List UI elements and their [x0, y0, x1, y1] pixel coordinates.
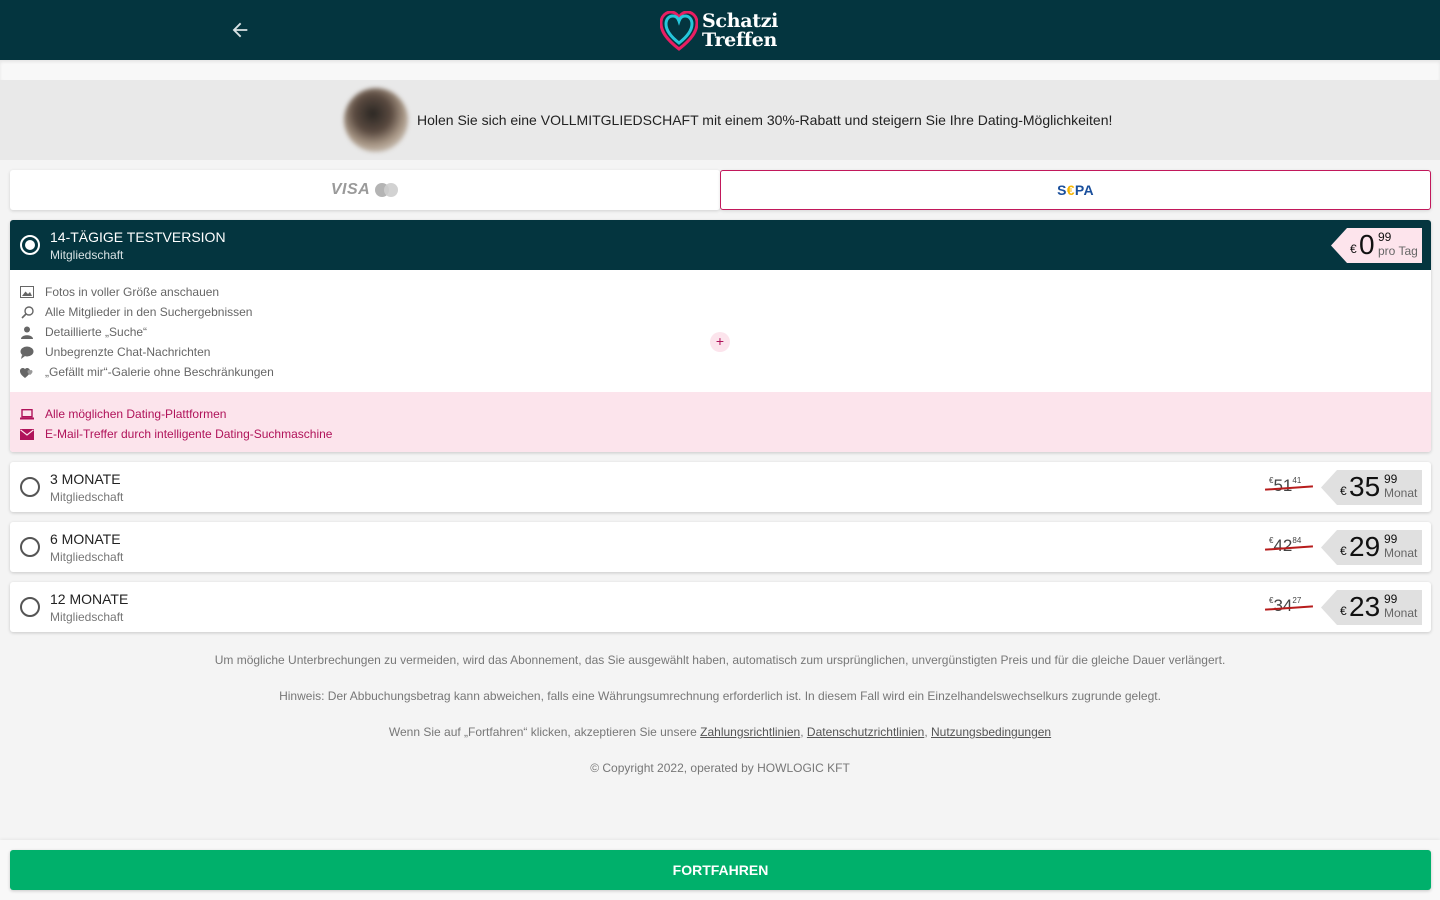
list-item: Fotos in voller Größe anschauen [20, 282, 1421, 302]
plan-header[interactable]: 6 Monate Mitgliedschaft €4284 € 29 99 Mo… [10, 522, 1431, 572]
renewal-note: Um mögliche Unterbrechungen zu vermeiden… [214, 653, 1226, 667]
plan-header[interactable]: 3 Monate Mitgliedschaft €5141 € 35 99 Mo… [10, 462, 1431, 512]
promo-banner: Holen Sie sich eine VOLLMITGLIEDSCHAFT m… [0, 80, 1440, 160]
search-icon [20, 305, 34, 319]
plan-3-months[interactable]: 3 Monate Mitgliedschaft €5141 € 35 99 Mo… [10, 462, 1431, 512]
price-currency: € [1340, 544, 1347, 558]
plan-subtitle: Mitgliedschaft [50, 248, 124, 262]
header-spacer [0, 60, 1440, 80]
old-price: €4284 [1264, 536, 1314, 556]
price-currency: € [1340, 484, 1347, 498]
plan-title: 14-Tägige Testversion [50, 229, 226, 245]
logo-text: Schatzi Treffen [702, 12, 778, 50]
plan-title: 3 Monate [50, 471, 121, 487]
plan-subtitle: Mitgliedschaft [50, 550, 124, 564]
extras-list: Alle möglichen Dating-Plattformen E-Mail… [10, 392, 1431, 452]
price-currency: € [1340, 604, 1347, 618]
feature-label: Alle Mitglieder in den Suchergebnissen [45, 305, 253, 319]
mail-icon [20, 427, 34, 441]
plan-6-months[interactable]: 6 Monate Mitgliedschaft €4284 € 29 99 Mo… [10, 522, 1431, 572]
sepa-logo: S€PA [1057, 182, 1094, 198]
price-period: Monat [1384, 546, 1418, 560]
price-integer: 35 [1349, 471, 1381, 502]
price-integer: 23 [1349, 591, 1381, 622]
list-item: Alle möglichen Dating-Plattformen [20, 404, 1421, 424]
continue-button[interactable]: FORTFAHREN [10, 850, 1431, 890]
top-bar: Schatzi Treffen [0, 0, 1440, 60]
list-item: Alle Mitglieder in den Suchergebnissen [20, 302, 1421, 322]
price-decimal: 99 [1384, 592, 1398, 606]
plan-trial-header[interactable]: 14-Tägige Testversion Mitgliedschaft € 0… [10, 220, 1431, 270]
old-price: €3427 [1264, 596, 1314, 616]
logo-line-2: Treffen [702, 29, 778, 51]
price-tag: € 29 99 Monat [1321, 530, 1422, 565]
expand-button[interactable]: + [710, 332, 730, 352]
price-period: pro Tag [1378, 244, 1418, 258]
plan-title: 6 Monate [50, 531, 121, 547]
price-period: Monat [1384, 486, 1418, 500]
link-privacy-policy[interactable]: Datenschutzrichtlinien [807, 725, 924, 739]
plan-radio[interactable] [20, 597, 40, 617]
price-decimal: 99 [1384, 472, 1398, 486]
plan-subtitle: Mitgliedschaft [50, 610, 124, 624]
copyright: © Copyright 2022, operated by HOWLOGIC K… [590, 761, 850, 775]
list-item: E-Mail-Treffer durch intelligente Dating… [20, 424, 1421, 444]
mastercard-icon [375, 183, 399, 197]
plan-trial: 14-Tägige Testversion Mitgliedschaft € 0… [10, 220, 1431, 452]
tab-sepa[interactable]: S€PA [720, 170, 1431, 210]
price-integer: 0 [1359, 229, 1375, 260]
price-tag: € 0 99 pro Tag [1331, 228, 1422, 263]
tab-visa-mastercard[interactable]: VISA [10, 170, 720, 210]
terms-prefix: Wenn Sie auf „Fortfahren“ klicken, akzep… [388, 725, 697, 739]
plan-radio[interactable] [20, 477, 40, 497]
heart-icon [660, 11, 698, 51]
terms-note: Wenn Sie auf „Fortfahren“ klicken, akzep… [388, 725, 1052, 739]
avatar [344, 88, 408, 152]
price-currency: € [1350, 242, 1357, 256]
price-decimal: 99 [1384, 532, 1398, 546]
price-integer: 29 [1349, 531, 1381, 562]
old-price: €5141 [1264, 476, 1314, 496]
feature-label: Unbegrenzte Chat-Nachrichten [45, 345, 211, 359]
hearts-icon [20, 365, 34, 379]
price-tag: € 23 99 Monat [1321, 590, 1422, 625]
bottom-bar: FORTFAHREN [0, 840, 1440, 900]
currency-note: Hinweis: Der Abbuchungsbetrag kann abwei… [279, 689, 1161, 703]
link-terms-of-use[interactable]: Nutzungsbedingungen [931, 725, 1051, 739]
logo[interactable]: Schatzi Treffen [660, 8, 782, 54]
feature-label: „Gefällt mir“-Galerie ohne Beschränkunge… [45, 365, 274, 379]
visa-logo: VISA [330, 181, 371, 198]
feature-label: Detaillierte „Suche“ [45, 325, 148, 339]
back-button[interactable] [222, 12, 258, 48]
plan-title: 12 Monate [50, 591, 129, 607]
laptop-icon [20, 407, 34, 421]
promo-text: Holen Sie sich eine VOLLMITGLIEDSCHAFT m… [417, 112, 1113, 128]
plan-12-months[interactable]: 12 Monate Mitgliedschaft €3427 € 23 99 M… [10, 582, 1431, 632]
plan-radio[interactable] [20, 235, 40, 255]
image-icon [20, 285, 34, 299]
chat-icon [20, 345, 34, 359]
price-tag: € 35 99 Monat [1321, 470, 1422, 505]
price-decimal: 99 [1378, 230, 1392, 244]
feature-label: Alle möglichen Dating-Plattformen [45, 407, 227, 421]
feature-list: Fotos in voller Größe anschauen Alle Mit… [10, 270, 1431, 392]
link-payment-policy[interactable]: Zahlungsrichtlinien [700, 725, 800, 739]
plan-header[interactable]: 12 Monate Mitgliedschaft €3427 € 23 99 M… [10, 582, 1431, 632]
person-icon [20, 325, 34, 339]
feature-label: Fotos in voller Größe anschauen [45, 285, 220, 299]
arrow-left-icon [232, 22, 248, 38]
list-item: „Gefällt mir“-Galerie ohne Beschränkunge… [20, 362, 1421, 382]
plan-radio[interactable] [20, 537, 40, 557]
price-period: Monat [1384, 606, 1418, 620]
feature-label: E-Mail-Treffer durch intelligente Dating… [45, 427, 333, 441]
plan-subtitle: Mitgliedschaft [50, 490, 124, 504]
